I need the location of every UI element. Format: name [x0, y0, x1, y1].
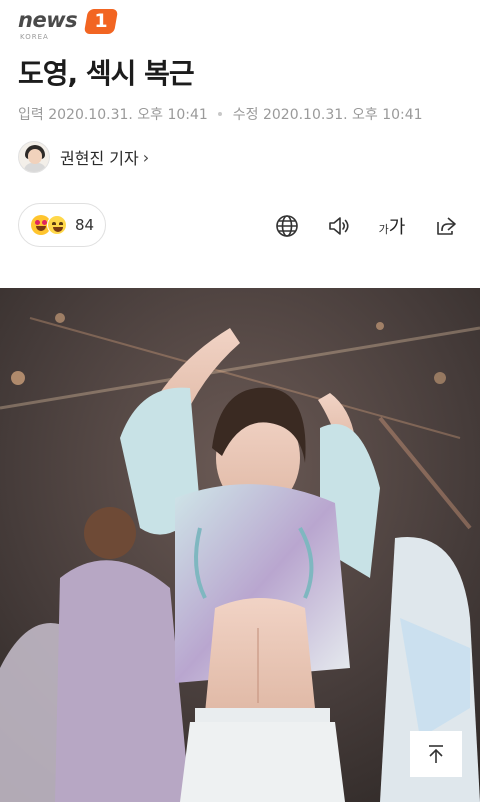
logo-word: news — [18, 8, 78, 32]
globe-button[interactable] — [273, 212, 301, 240]
smile-emoji-icon — [47, 215, 67, 235]
article-title: 도영, 섹시 복근 — [18, 57, 195, 90]
logo-subtitle: KOREA — [20, 33, 49, 41]
reaction-count: 84 — [75, 216, 95, 234]
tts-button[interactable] — [325, 212, 353, 240]
logo-badge: 1 — [83, 9, 119, 34]
font-size-button[interactable]: 가 가 — [374, 212, 410, 240]
modified-label: 수정 — [232, 107, 259, 123]
news1-logo[interactable]: news 1 KOREA — [18, 8, 119, 42]
performer-photo — [0, 288, 480, 802]
article-dates: 입력 2020.10.31. 오후 10:41 수정 2020.10.31. 오… — [18, 104, 423, 124]
reaction-button[interactable]: 84 — [18, 203, 106, 247]
published-date: 2020.10.31. 오후 10:41 — [48, 107, 208, 123]
reporter-avatar — [18, 141, 50, 173]
reporter-name: 권현진 기자 — [60, 149, 139, 168]
article-photo[interactable] — [0, 288, 480, 802]
arrow-up-icon — [429, 745, 443, 763]
modified-date: 2020.10.31. 오후 10:41 — [262, 107, 423, 123]
share-button[interactable] — [432, 212, 460, 240]
chevron-right-icon: › — [142, 147, 150, 167]
published-label: 입력 — [18, 107, 44, 123]
font-size-large-label: 가 — [388, 217, 406, 238]
font-size-small-label: 가 — [378, 223, 389, 236]
reporter-link[interactable]: 권현진 기자 › — [18, 140, 149, 174]
scroll-top-button[interactable] — [410, 731, 462, 777]
top-bar: news 1 KOREA — [0, 0, 480, 48]
date-separator — [218, 112, 223, 116]
logo-number: 1 — [94, 10, 108, 32]
globe-icon — [276, 215, 298, 237]
share-icon — [437, 217, 456, 235]
speaker-icon — [329, 217, 349, 235]
